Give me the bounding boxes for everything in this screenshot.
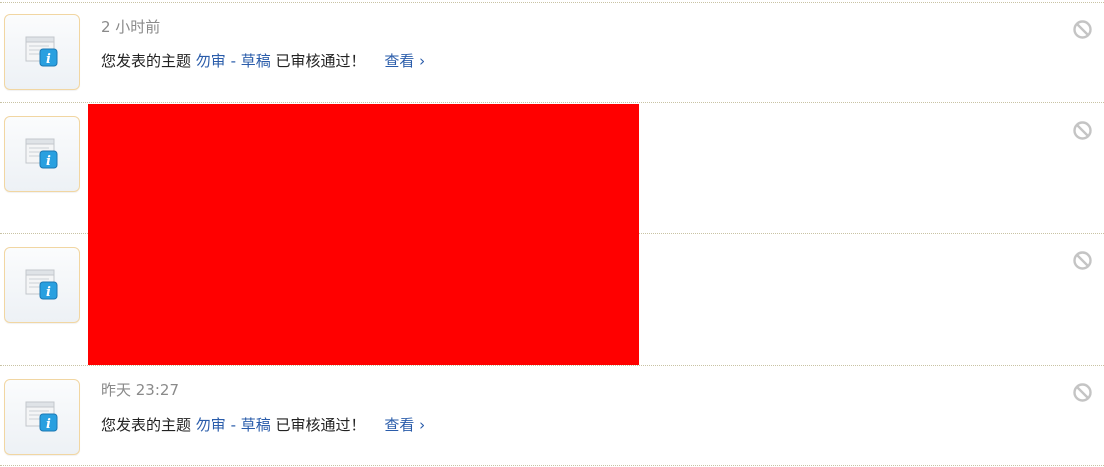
svg-text:i: i — [46, 52, 51, 67]
info-window-icon: i — [25, 269, 58, 300]
bottom-divider — [0, 465, 1104, 466]
topic-link[interactable]: 勿审 - 草稿 — [196, 416, 271, 434]
view-link[interactable]: 查看 › — [384, 52, 425, 70]
notification-info-icon: i — [4, 116, 80, 192]
notification-message: 您发表的主题 勿审 - 草稿 已审核通过！ 查看 › — [101, 414, 425, 436]
info-window-icon: i — [25, 138, 58, 169]
notification-info-icon: i — [4, 247, 80, 323]
message-prefix: 您发表的主题 — [101, 416, 192, 434]
topic-link[interactable]: 勿审 - 草稿 — [196, 52, 271, 70]
ignore-icon[interactable] — [1072, 250, 1093, 271]
info-window-icon: i — [25, 401, 58, 432]
redaction-block — [88, 104, 639, 365]
svg-text:i: i — [46, 154, 51, 169]
ignore-icon[interactable] — [1072, 382, 1093, 403]
view-link[interactable]: 查看 › — [384, 416, 425, 434]
row-divider — [0, 102, 1104, 103]
top-divider — [0, 2, 1104, 3]
row-divider — [0, 365, 1104, 366]
message-prefix: 您发表的主题 — [101, 52, 192, 70]
notification-time: 昨天 23:27 — [101, 381, 179, 399]
notification-time: 2 小时前 — [101, 18, 161, 36]
message-suffix: 已审核通过！ — [275, 416, 366, 434]
svg-text:i: i — [46, 285, 51, 300]
svg-text:i: i — [46, 417, 51, 432]
ignore-icon[interactable] — [1072, 19, 1093, 40]
info-window-icon: i — [25, 36, 58, 67]
ignore-icon[interactable] — [1072, 120, 1093, 141]
notification-info-icon: i — [4, 14, 80, 90]
notification-info-icon: i — [4, 379, 80, 455]
notification-message: 您发表的主题 勿审 - 草稿 已审核通过！ 查看 › — [101, 50, 425, 72]
message-suffix: 已审核通过！ — [275, 52, 366, 70]
